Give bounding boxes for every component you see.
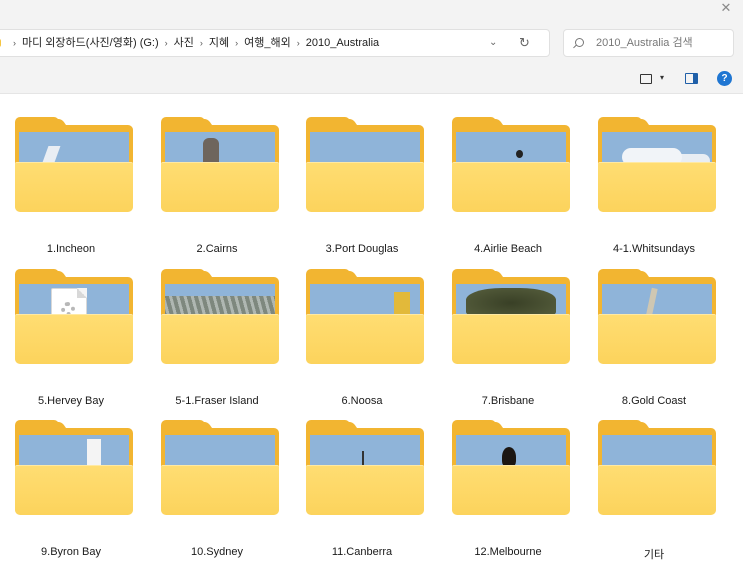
breadcrumb-separator: ›: [296, 38, 300, 48]
close-icon[interactable]: ✕: [716, 0, 736, 19]
folder-label: 4-1.Whitsundays: [613, 243, 695, 255]
breadcrumb-item-current[interactable]: 2010_Australia: [306, 37, 379, 49]
search-input[interactable]: 2010_Australia 검색: [596, 30, 693, 56]
folder-item[interactable]: 6.Noosa: [294, 261, 430, 407]
folder-item[interactable]: 4-1.Whitsundays: [586, 109, 722, 255]
folder-icon: [15, 117, 133, 212]
folder-label: 3.Port Douglas: [325, 243, 399, 255]
folder-grid: 1.Incheon 2.Cairns 3.Port Douglas 4.Airlie …: [0, 94, 743, 575]
folder-item[interactable]: 3.Port Douglas: [294, 109, 430, 255]
folder-item[interactable]: 7.Brisbane: [440, 261, 576, 407]
address-row: › 마디 외장하드(사진/영화) (G:) › 사진 › 지혜 › 여행_해외 › 2010_Au…: [0, 20, 743, 65]
folder-icon: [598, 269, 716, 364]
folder-item[interactable]: 2.Cairns: [149, 109, 285, 255]
refresh-icon[interactable]: ↻: [519, 30, 530, 56]
breadcrumb-item-jihye[interactable]: 지혜: [209, 37, 229, 49]
chevron-down-icon[interactable]: ⌄: [489, 30, 497, 56]
details-pane-icon[interactable]: [685, 73, 698, 84]
folder-icon: [15, 420, 133, 515]
folder-label: 5-1.Fraser Island: [175, 395, 259, 407]
help-icon[interactable]: ?: [717, 71, 732, 86]
folder-item[interactable]: 기타: [586, 412, 722, 561]
folder-label: 8.Gold Coast: [621, 395, 687, 407]
folder-item[interactable]: 5-1.Fraser Island: [149, 261, 285, 407]
folder-item[interactable]: 5.Hervey Bay: [3, 261, 139, 407]
folder-label: 5.Hervey Bay: [37, 395, 105, 407]
breadcrumb-item-photos[interactable]: 사진: [174, 37, 194, 49]
folder-icon: [598, 420, 716, 515]
command-bar: ▾ ?: [0, 65, 743, 94]
breadcrumb-item-drive[interactable]: 마디 외장하드(사진/영화) (G:): [22, 37, 159, 49]
folder-label: 7.Brisbane: [481, 395, 535, 407]
folder-icon: [0, 39, 1, 47]
breadcrumb-separator: ›: [13, 38, 16, 48]
folder-label: 11.Canberra: [331, 546, 393, 558]
folder-item[interactable]: 1.Incheon: [3, 109, 139, 255]
folder-item[interactable]: 10.Sydney: [149, 412, 285, 558]
folder-icon: [306, 269, 424, 364]
folder-icon: [452, 269, 570, 364]
folder-item[interactable]: 9.Byron Bay: [3, 412, 139, 558]
view-mode-icon[interactable]: [640, 74, 652, 84]
folder-icon: [15, 269, 133, 364]
folder-label: 12.Melbourne: [474, 546, 542, 558]
folder-icon: [452, 117, 570, 212]
folder-item[interactable]: 4.Airlie Beach: [440, 109, 576, 255]
folder-item[interactable]: 12.Melbourne: [440, 412, 576, 558]
folder-label: 1.Incheon: [46, 243, 96, 255]
breadcrumb-item-overseas-travel[interactable]: 여행_해외: [244, 37, 291, 49]
folder-label: 4.Airlie Beach: [474, 243, 542, 255]
folder-item[interactable]: 8.Gold Coast: [586, 261, 722, 407]
folder-label: 기타: [643, 549, 665, 561]
chevron-down-icon[interactable]: ▾: [660, 71, 664, 85]
search-icon: [575, 38, 584, 47]
folder-icon: [306, 117, 424, 212]
folder-icon: [452, 420, 570, 515]
folder-item[interactable]: 11.Canberra: [294, 412, 430, 558]
breadcrumb: › 마디 외장하드(사진/영화) (G:) › 사진 › 지혜 › 여행_해외 › 2010_Au…: [7, 30, 379, 56]
folder-icon: [598, 117, 716, 212]
folder-icon: [161, 269, 279, 364]
breadcrumb-separator: ›: [235, 38, 239, 48]
address-bar[interactable]: › 마디 외장하드(사진/영화) (G:) › 사진 › 지혜 › 여행_해외 › 2010_Au…: [0, 29, 550, 57]
breadcrumb-separator: ›: [164, 38, 168, 48]
folder-label: 6.Noosa: [341, 395, 383, 407]
breadcrumb-separator: ›: [199, 38, 203, 48]
folder-label: 2.Cairns: [196, 243, 238, 255]
title-bar: ✕: [0, 0, 743, 20]
folder-icon: [161, 117, 279, 212]
folder-icon: [161, 420, 279, 515]
folder-label: 10.Sydney: [191, 546, 243, 558]
folder-icon: [306, 420, 424, 515]
folder-label: 9.Byron Bay: [41, 546, 101, 558]
search-box[interactable]: 2010_Australia 검색: [563, 29, 734, 57]
